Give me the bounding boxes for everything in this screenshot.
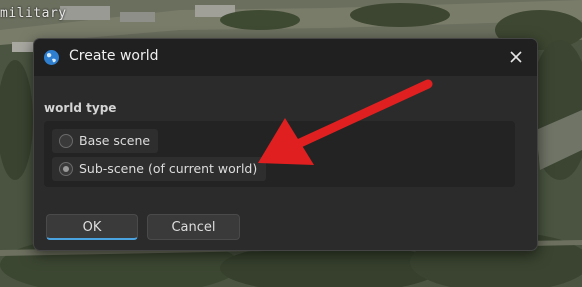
dialog-title: Create world [69, 48, 159, 64]
radio-label: Base scene [79, 133, 151, 148]
world-type-label: world type [44, 101, 117, 115]
radio-button[interactable] [59, 162, 73, 176]
radio-sub-scene[interactable]: Sub-scene (of current world) [52, 157, 266, 181]
world-type-group: Base scene Sub-scene (of current world) [44, 121, 515, 187]
radio-label: Sub-scene (of current world) [79, 161, 258, 176]
map-label: military [0, 6, 67, 21]
create-world-dialog: Create world world type Base scene Sub-s… [33, 38, 538, 251]
close-icon[interactable] [507, 48, 525, 66]
ok-button[interactable]: OK [46, 214, 138, 240]
cancel-button[interactable]: Cancel [147, 214, 240, 240]
globe-icon [44, 50, 59, 65]
radio-button[interactable] [59, 134, 73, 148]
screen: military Create world world type Base sc… [0, 0, 582, 287]
dialog-titlebar: Create world [34, 39, 537, 76]
radio-base-scene[interactable]: Base scene [52, 129, 158, 153]
